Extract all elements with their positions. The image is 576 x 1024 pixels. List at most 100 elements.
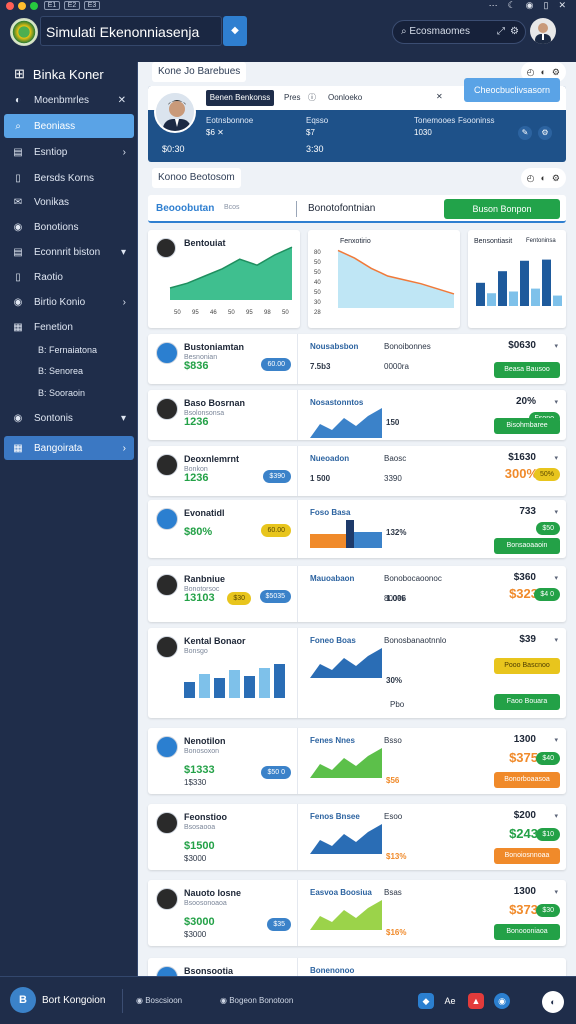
row-action-button[interactable]: Pooo Bascnoo xyxy=(494,658,560,674)
table-row[interactable]: Feonstioo Bsosaooa $1500 $3000 Fenos Bnsee Es… xyxy=(148,804,566,870)
info-icon[interactable]: ⓘ xyxy=(308,92,316,103)
sidebar-item[interactable]: ▤ Esntiop › xyxy=(4,140,134,164)
row-action-button[interactable]: Bonoooniaoa xyxy=(494,924,560,940)
row-profile: Baso Bosrnan Bsolonsonsa 1236 xyxy=(148,390,298,440)
sidebar-item[interactable]: ▯ Bersds Korns xyxy=(4,166,134,190)
sidebar-item[interactable]: ◐ Moenbmrles ✕ xyxy=(4,88,134,112)
table-row[interactable]: Baso Bosrnan Bsolonsonsa 1236 Nosastonntos 1… xyxy=(148,390,566,440)
search-input[interactable]: ⌕ Ecosmaomes ⤢ ⚙ xyxy=(392,20,526,44)
row-badge[interactable]: 60.00 xyxy=(261,524,291,537)
sidebar-item[interactable]: ◉ Sontonis ▾ xyxy=(4,406,134,430)
app-icon-red[interactable]: ▲ xyxy=(468,993,484,1009)
sidebar-subitem[interactable]: B: Sooraoin xyxy=(38,388,85,398)
table-row[interactable]: Nauoto Iosne Bsoosonoaoa $3000 $3000 $35 Easv… xyxy=(148,880,566,946)
app-icon-text[interactable]: Ae xyxy=(442,993,458,1009)
row-badge[interactable]: $30 xyxy=(227,592,251,605)
chevron-down-icon[interactable]: ▾ xyxy=(554,454,558,462)
profile-link[interactable]: Pres xyxy=(284,93,300,102)
hero-stat-value: $7 xyxy=(306,128,315,137)
green-action-button[interactable]: Buson Bonpon xyxy=(444,199,560,219)
app-icon-blue[interactable]: ◆ xyxy=(418,993,434,1009)
row-badge[interactable]: $35 xyxy=(267,918,291,931)
chevron-down-icon[interactable]: ▾ xyxy=(554,636,558,644)
chevron-down-icon[interactable]: ▾ xyxy=(554,342,558,350)
mini-button-2[interactable]: E2 xyxy=(64,1,80,10)
sidebar-item[interactable]: ▤ Econnrit biston ▾ xyxy=(4,240,134,264)
sidebar-item[interactable]: ◉ Bonotions xyxy=(4,215,134,239)
close-icon[interactable]: ✕ xyxy=(558,0,566,11)
record-icon[interactable]: ◉ xyxy=(526,0,534,11)
profile-link[interactable]: Oonloeko xyxy=(328,93,362,102)
tab-overview[interactable]: Beooobutan xyxy=(156,203,214,214)
close-window-button[interactable] xyxy=(6,2,14,10)
toggle-icon[interactable]: ◐ xyxy=(540,173,545,183)
bottom-title: Bort Kongoion xyxy=(42,995,106,1006)
row-badge[interactable]: $30 xyxy=(536,904,560,917)
sidebar-item[interactable]: ✉ Vonikas xyxy=(4,190,134,214)
row-action-button[interactable]: Bonoiosnnoaa xyxy=(494,848,560,864)
row-badge[interactable]: $40 xyxy=(536,752,560,765)
settings-icon[interactable]: ⚙ xyxy=(552,67,560,78)
sidebar-item[interactable]: ▯ Raotio xyxy=(4,265,134,289)
sidebar-item[interactable]: ◉ Birtio Konio › xyxy=(4,290,134,314)
table-row[interactable]: Evonatidl $80% 60.00 Foso Basa 132% 733 ▾ $50 Bo… xyxy=(148,500,566,558)
settings-icon[interactable]: ⚙ xyxy=(510,21,519,43)
row-badge[interactable]: $50 xyxy=(536,522,560,535)
row-action-button[interactable]: Bonsaoaaoin xyxy=(494,538,560,554)
user-avatar[interactable] xyxy=(530,18,556,44)
chevron-down-icon[interactable]: ▾ xyxy=(554,574,558,582)
nav-button[interactable]: ◆ xyxy=(223,16,247,46)
row-action-button[interactable]: Beasa Bausoo xyxy=(494,362,560,378)
row-badge[interactable]: $50 0 xyxy=(261,766,291,779)
mini-button-3[interactable]: E3 xyxy=(84,1,100,10)
mini-button-1[interactable]: E1 xyxy=(44,1,60,10)
row-badge[interactable]: 50% xyxy=(533,468,560,481)
close-icon[interactable]: ✕ xyxy=(436,92,443,101)
table-row[interactable]: Deoxnlemrnt Bonkon 1236 $390 Nueoadon Baosc 1 … xyxy=(148,446,566,496)
menu-dots-icon[interactable]: ⋯ xyxy=(489,0,498,11)
row-badge[interactable]: $390 xyxy=(263,470,291,483)
theme-icon[interactable]: ☾ xyxy=(508,0,516,11)
profile-button[interactable]: Benen Benkonss xyxy=(206,90,274,106)
row-action-button[interactable]: Bonorboaasoa xyxy=(494,772,560,788)
table-row[interactable]: Kental Bonaor Bonsgo Foneo Boas Bonosbanaot… xyxy=(148,628,566,718)
gear-icon[interactable]: ⚙ xyxy=(538,126,552,140)
edit-icon[interactable]: ✎ xyxy=(518,126,532,140)
bottom-logo[interactable]: B xyxy=(10,987,36,1013)
row-badge[interactable]: $4 0 xyxy=(534,588,560,601)
sidebar-title: Binka Koner xyxy=(32,66,104,82)
chevron-down-icon[interactable]: ▾ xyxy=(554,888,558,896)
row-badge[interactable]: $5035 xyxy=(259,590,291,603)
table-row[interactable]: Nenotilon Bonosoxon $1333 1$330 $50 0 Fenes N… xyxy=(148,728,566,794)
tab-details[interactable]: Bonotofontnian xyxy=(308,203,375,214)
table-row[interactable]: Bsonsootia BonenonooBesoBaooon Bonoa xyxy=(148,958,566,976)
row-action-button[interactable]: Faoo Bouara xyxy=(494,694,560,710)
expand-icon[interactable]: ⤢ xyxy=(497,21,505,43)
row-badge[interactable]: $10 xyxy=(536,828,560,841)
primary-action-button[interactable]: Cheocbuclivsasorn xyxy=(464,78,560,102)
bottom-link[interactable]: ◉ Boscsioon xyxy=(136,996,182,1005)
table-row[interactable]: Bustoniamtan Besnonian $836 60.00 Nousabsbon… xyxy=(148,334,566,384)
chevron-down-icon[interactable]: ▾ xyxy=(554,398,558,406)
toggle-icon[interactable]: ◐ xyxy=(540,67,545,77)
sidebar-subitem[interactable]: B: Fernaiatona xyxy=(38,345,97,355)
chevron-down-icon[interactable]: ▾ xyxy=(554,736,558,744)
window-icon[interactable]: ▯ xyxy=(544,0,549,11)
chevron-down-icon[interactable]: ▾ xyxy=(554,812,558,820)
app-icon-user[interactable]: ◐ xyxy=(542,991,564,1013)
app-icon-globe[interactable]: ◉ xyxy=(494,993,510,1009)
chevron-down-icon[interactable]: ▾ xyxy=(554,508,558,516)
clock-icon[interactable]: ◴ xyxy=(527,67,535,78)
minimize-window-button[interactable] xyxy=(18,2,26,10)
maximize-window-button[interactable] xyxy=(30,2,38,10)
bottom-link[interactable]: ◉ Bogeon Bonotoon xyxy=(220,996,293,1005)
settings-icon[interactable]: ⚙ xyxy=(552,173,560,184)
table-row[interactable]: Ranbniue Bonotorsoc 13103 $5035 $30 Mauoabaon… xyxy=(148,566,566,622)
sidebar-item[interactable]: ⌕ Beoniass xyxy=(4,114,134,138)
row-badge[interactable]: 60.00 xyxy=(261,358,291,371)
sidebar-item[interactable]: ▦ Fenetion xyxy=(4,315,134,339)
clock-icon[interactable]: ◴ xyxy=(527,173,535,184)
sidebar-item[interactable]: ▦ Bangoirata › xyxy=(4,436,134,460)
sidebar-subitem[interactable]: B: Senorea xyxy=(38,366,83,376)
row-action-button[interactable]: Bisohmbaree xyxy=(494,418,560,434)
